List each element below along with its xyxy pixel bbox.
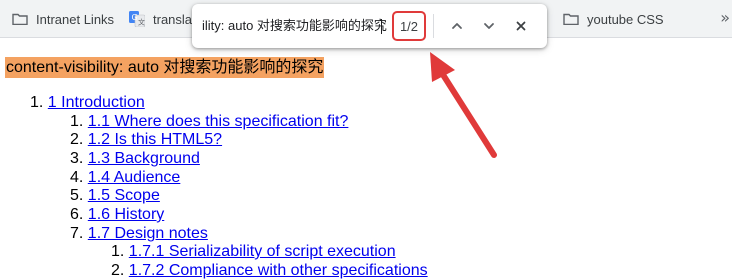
toc-link[interactable]: 1.2 Is this HTML5? — [88, 131, 222, 148]
page-title: content-visibility: auto 对搜索功能影响的探究 — [5, 57, 325, 78]
toc-item: 1. 1.7.1 Serializability of script execu… — [111, 243, 396, 260]
toc-link[interactable]: 1.6 History — [88, 206, 164, 223]
svg-text:文: 文 — [138, 18, 145, 27]
bookmarks-overflow-chevron[interactable]: » — [720, 8, 730, 27]
google-translate-icon: G 文 — [129, 11, 146, 28]
divider — [433, 14, 434, 38]
bookmark-label: Intranet Links — [36, 11, 115, 27]
toc-link[interactable]: 1.7 Design notes — [88, 225, 208, 242]
bookmark-label: transla — [153, 11, 193, 27]
toc-item: 5. 1.5 Scope — [70, 187, 160, 204]
text-caret — [381, 19, 382, 34]
folder-icon — [563, 13, 579, 25]
toc-link[interactable]: 1.4 Audience — [88, 169, 181, 186]
toc-item: 2. 1.2 Is this HTML5? — [70, 131, 223, 148]
toc-item: 1. 1 Introduction — [30, 94, 145, 111]
folder-icon — [12, 13, 28, 25]
chevron-down-icon — [484, 23, 494, 29]
close-find-button[interactable] — [509, 14, 533, 38]
toc-link[interactable]: 1 Introduction — [48, 94, 145, 111]
bookmark-translate[interactable]: G 文 transla — [129, 0, 192, 38]
toc-link[interactable]: 1.7.1 Serializability of script executio… — [129, 243, 396, 260]
toc-item: 3. 1.3 Background — [70, 150, 200, 167]
match-count: 1/2 — [392, 11, 426, 41]
chevron-up-icon — [452, 23, 462, 29]
find-next-button[interactable] — [477, 14, 501, 38]
bookmark-intranet-links[interactable]: Intranet Links — [12, 0, 114, 38]
bookmark-youtube-css[interactable]: youtube CSS — [563, 0, 664, 38]
toc-link[interactable]: 1.3 Background — [88, 150, 200, 167]
find-bar: ility: auto 对搜索功能影响的探究 1/2 — [192, 4, 547, 48]
find-input[interactable]: ility: auto 对搜索功能影响的探究 — [202, 4, 387, 48]
find-previous-button[interactable] — [445, 14, 469, 38]
close-icon — [516, 21, 526, 31]
bookmark-label: youtube CSS — [587, 11, 664, 27]
svg-text:G: G — [132, 13, 138, 22]
toc-item: 6. 1.6 History — [70, 206, 165, 223]
toc-link[interactable]: 1.5 Scope — [88, 187, 160, 204]
toc-item: 4. 1.4 Audience — [70, 169, 181, 186]
toc-item: 1. 1.1 Where does this specification fit… — [70, 113, 349, 130]
toc-item: 2. 1.7.2 Compliance with other specifica… — [111, 262, 428, 279]
toc-item: 7. 1.7 Design notes — [70, 225, 208, 242]
match-count-text: 1/2 — [399, 18, 419, 34]
toc-link[interactable]: 1.7.2 Compliance with other specificatio… — [129, 262, 428, 279]
toc-link[interactable]: 1.1 Where does this specification fit? — [88, 113, 349, 130]
